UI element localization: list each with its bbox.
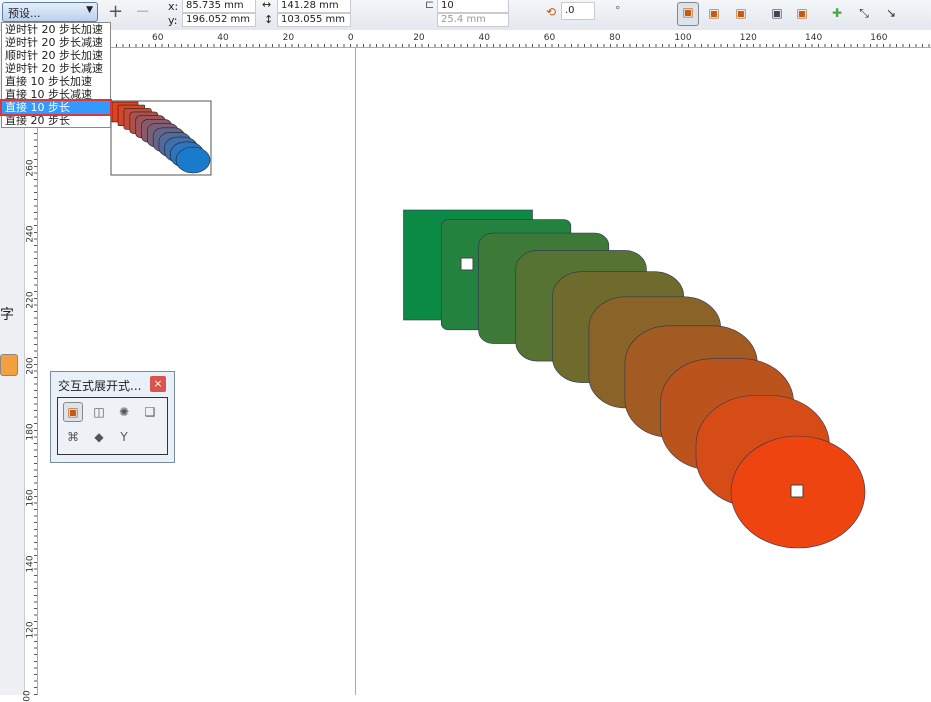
preset-option[interactable]: 直接 20 步长 [2,114,110,127]
ruler-tick-label: 140 [805,33,823,43]
ruler-tick-label: 20 [282,33,295,43]
preset-option-selected[interactable]: 直接 10 步长 [0,99,112,116]
preset-option[interactable]: 逆时针 20 步长加速 [2,23,110,36]
preset-option[interactable]: 逆时针 20 步长减速 [2,36,110,49]
close-icon[interactable]: × [150,376,166,392]
preset-option[interactable]: 直接 10 步长减速 [2,88,110,101]
ruler-tick-label: 120 [739,33,757,43]
preset-option[interactable]: 逆时针 20 步长减速 [2,62,110,75]
ruler-tick-label: 80 [609,33,621,43]
blend-docker: 交互式展开式... × ▣ ◫ ✺ ❑ ⌘ ◆ Y [50,371,175,463]
preset-option[interactable]: 直接 10 步长加速 [2,75,110,88]
blend-icon[interactable]: ▣ [63,402,83,422]
ruler-tick-label: 240 [25,225,36,243]
ruler-tick-label: 60 [152,33,164,43]
ruler-tick-label: 220 [25,291,36,309]
extrude-icon[interactable]: ◆ [90,428,108,446]
preset-thumbnail [110,100,212,176]
ruler-tick-label: 0 [347,33,354,43]
ruler-tick-label: 100 [674,33,692,43]
transparency-icon[interactable]: Y [115,428,133,446]
contour-icon[interactable]: ◫ [90,403,108,421]
docker-tools: ▣ ◫ ✺ ❑ ⌘ ◆ Y [57,397,168,455]
envelope-icon[interactable]: ⌘ [64,428,82,446]
ruler-tick-label: 180 [25,423,36,441]
ruler-tick-label: 120 [25,621,36,639]
ruler-tick-label: 140 [25,555,36,573]
ruler-tick-label: 160 [25,489,36,507]
blend-handle[interactable] [460,257,474,271]
ruler-tick-label: 20 [413,33,425,43]
blend-group[interactable] [403,209,866,549]
ruler-tick-label: 200 [25,357,36,375]
ruler-tick-label: 160 [870,33,888,43]
docker-title: 交互式展开式... [58,379,142,393]
preset-option[interactable]: 顺时针 20 步长加速 [2,49,110,62]
blend-handle[interactable] [790,484,804,498]
ruler-tick-label: 40 [217,33,229,43]
canvas[interactable] [0,0,931,695]
ruler-tick-label: 260 [25,159,36,177]
blend-step-shape [175,146,211,174]
distort-icon[interactable]: ✺ [115,403,133,421]
ruler-tick-label: 60 [543,33,556,43]
preset-list[interactable]: 逆时针 20 步长加速 逆时针 20 步长减速 顺时针 20 步长加速 逆时针 … [0,22,112,128]
drop-shadow-icon[interactable]: ❑ [141,403,159,421]
ruler-tick-label: 40 [478,33,490,43]
ruler-tick-label: 00 [22,690,33,702]
